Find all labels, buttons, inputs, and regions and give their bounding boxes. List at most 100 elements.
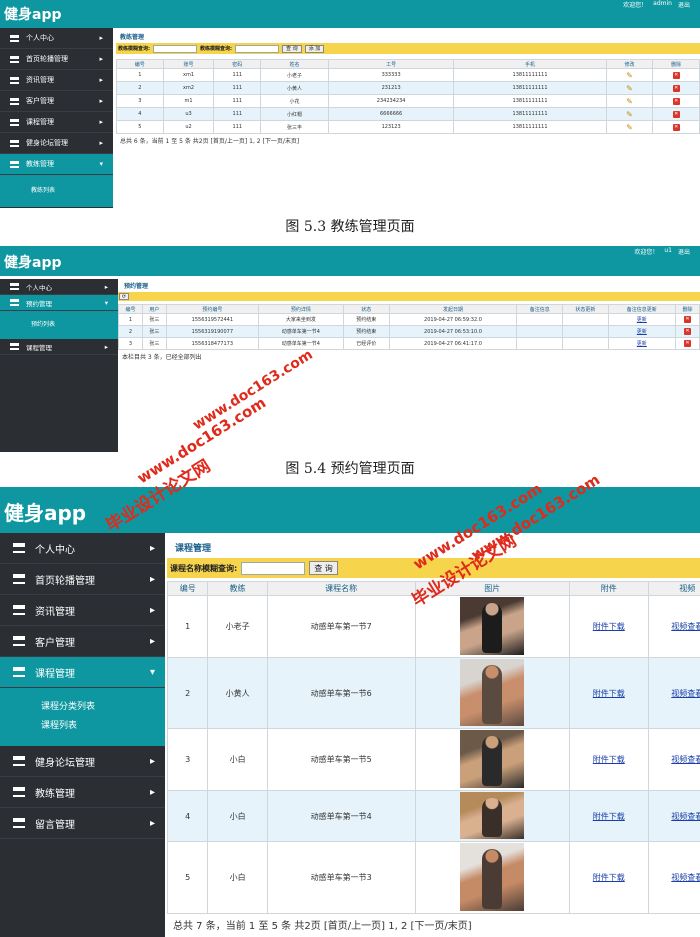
sidebar-item[interactable]: 资讯管理 ▸ xyxy=(0,595,165,626)
chevron-down-icon: ▾ xyxy=(104,298,108,307)
delete-icon[interactable]: ✕ xyxy=(683,328,691,335)
refresh-icon[interactable]: ⟳ xyxy=(119,293,129,300)
list-summary: 本栏目共 3 条，已经全部列出 xyxy=(118,350,700,363)
table-cell: 小老子 xyxy=(207,595,268,658)
video-view-link[interactable]: 视频查看 xyxy=(671,622,700,631)
sidebar-item-label: 预约管理 xyxy=(26,299,52,308)
add-button[interactable]: 添 加 xyxy=(304,44,325,53)
logout-link[interactable]: 退出 xyxy=(678,247,690,256)
pencil-icon[interactable]: ✎ xyxy=(626,71,633,80)
attachment-download-link[interactable]: 附件下载 xyxy=(593,622,625,631)
pencil-icon[interactable]: ✎ xyxy=(626,110,633,119)
table-cell: 动感单车第一节4 xyxy=(257,325,344,338)
submenu-item[interactable]: 教练列表 xyxy=(0,183,113,199)
attachment-download-link[interactable]: 附件下载 xyxy=(593,873,625,882)
search-button[interactable]: 查 询 xyxy=(309,561,338,575)
menu-stack-icon xyxy=(10,283,19,290)
attachment-download-link[interactable]: 附件下载 xyxy=(593,689,625,698)
top-bar: 健身app xyxy=(0,487,700,533)
sidebar-item[interactable]: 教练管理 ▾ xyxy=(0,154,113,175)
chevron-right-icon: ▸ xyxy=(99,97,103,105)
delete-icon[interactable]: ✕ xyxy=(672,97,680,105)
sidebar-item[interactable]: 健身论坛管理 ▸ xyxy=(0,133,113,154)
table-cell: 13811111111 xyxy=(453,120,607,134)
delete-icon[interactable]: ✕ xyxy=(683,316,691,323)
column-header: 用户 xyxy=(141,304,167,314)
delete-icon[interactable]: ✕ xyxy=(672,71,680,79)
table-cell: 动感单车第一节6 xyxy=(266,657,416,729)
table-cell: 动感单车第一节5 xyxy=(266,728,416,791)
pencil-icon[interactable]: ✎ xyxy=(626,123,633,132)
update-link[interactable]: 更新 xyxy=(637,317,647,323)
video-view-link[interactable]: 视频查看 xyxy=(671,812,700,821)
update-link[interactable]: 更新 xyxy=(637,341,647,347)
search-bar: 课程名称模糊查询: 查 询 xyxy=(167,558,700,578)
sidebar-item[interactable]: 首页轮播管理 ▸ xyxy=(0,564,165,595)
column-header: 备注信息更新 xyxy=(607,304,676,314)
app-title: 健身app xyxy=(4,7,62,23)
column-header: 备注信息 xyxy=(516,304,564,314)
column-header: 课程名称 xyxy=(266,581,416,596)
table-cell: 附件下载 xyxy=(569,595,649,658)
delete-icon[interactable]: ✕ xyxy=(683,340,691,347)
sidebar: 个人中心 ▸ 预约管理 ▾ 预约列表课程管理 ▸ xyxy=(0,279,118,452)
column-header: 视频 xyxy=(647,581,700,596)
sidebar-item[interactable]: 预约管理 ▾ xyxy=(0,295,118,311)
column-header: 状态更新 xyxy=(562,304,609,314)
search-button[interactable]: 查 询 xyxy=(282,44,302,53)
sidebar-item[interactable]: 留言管理▸ xyxy=(0,808,165,839)
video-view-link[interactable]: 视频查看 xyxy=(671,689,700,698)
table-cell: 5 xyxy=(166,841,209,914)
table-cell: 333333 xyxy=(327,68,455,82)
sidebar-item-label: 资讯管理 xyxy=(26,76,54,84)
menu-stack-icon xyxy=(13,787,25,797)
table-row: 3 张三 1556318477173 动感单车第一节4 已经评价 2019-04-27 0… xyxy=(118,337,700,350)
user-bar: 欢迎您！ u1 退出 xyxy=(634,247,690,256)
search-input-1[interactable] xyxy=(153,44,198,53)
course-photo xyxy=(460,729,525,788)
submenu-item[interactable]: 课程列表 xyxy=(0,717,165,736)
sidebar-item[interactable]: 客户管理 ▸ xyxy=(0,91,113,112)
sidebar-item[interactable]: 健身论坛管理 ▸ xyxy=(0,746,165,777)
sidebar-item[interactable]: 个人中心 ▸ xyxy=(0,279,118,295)
logout-link[interactable]: 退出 xyxy=(678,0,690,9)
sidebar-item[interactable]: 课程管理 ▾ xyxy=(0,657,165,688)
submenu-item[interactable]: 课程分类列表 xyxy=(0,698,165,717)
sidebar-item-label: 留言管理 xyxy=(35,819,75,831)
sidebar-item[interactable]: 个人中心 ▸ xyxy=(0,28,113,49)
delete-icon[interactable]: ✕ xyxy=(672,84,680,92)
delete-icon[interactable]: ✕ xyxy=(672,110,680,118)
top-bar: 健身app 欢迎您！ admin 退出 xyxy=(0,0,700,28)
chevron-right-icon: ▸ xyxy=(149,542,155,554)
sidebar-item[interactable]: 课程管理 ▸ xyxy=(0,112,113,133)
sidebar-item[interactable]: 留言管理▸ xyxy=(0,207,113,208)
update-link[interactable]: 更新 xyxy=(637,329,647,335)
video-view-link[interactable]: 视频查看 xyxy=(671,873,700,882)
table-header-row: 编号 用户 预约编号 预约详情 状态 发起日期 备注信息 状态更新 备注信息更新 删除 xyxy=(118,304,700,314)
chevron-down-icon: ▾ xyxy=(99,160,103,168)
video-view-link[interactable]: 视频查看 xyxy=(671,755,700,764)
cell-text: 1556319572441 xyxy=(191,316,234,323)
pencil-icon[interactable]: ✎ xyxy=(626,84,633,93)
submenu: 教练列表 xyxy=(0,175,113,207)
sidebar-item[interactable]: 首页轮播管理 ▸ xyxy=(0,49,113,70)
sidebar-item[interactable]: 资讯管理 ▸ xyxy=(0,70,113,91)
sidebar-item[interactable]: 客户管理 ▸ xyxy=(0,626,165,657)
sidebar-item[interactable]: 教练管理 ▸ xyxy=(0,777,165,808)
list-summary-text: 本栏目共 3 条，已经全部列出 xyxy=(122,354,202,361)
sidebar-item[interactable]: 课程管理 ▸ xyxy=(0,339,118,355)
delete-icon[interactable]: ✕ xyxy=(672,123,680,131)
attachment-download-link[interactable]: 附件下载 xyxy=(593,755,625,764)
search-input[interactable] xyxy=(241,561,306,575)
cell-text: 动感单车第一节3 xyxy=(310,873,372,882)
sidebar-item[interactable]: 个人中心 ▸ xyxy=(0,533,165,564)
attachment-download-link[interactable]: 附件下载 xyxy=(593,812,625,821)
sidebar-item-label: 课程管理 xyxy=(26,118,54,126)
submenu-item[interactable]: 预约列表 xyxy=(0,318,118,332)
table-cell xyxy=(414,728,571,791)
pencil-icon[interactable]: ✎ xyxy=(626,97,633,106)
edit-cell: ✎ xyxy=(605,107,654,121)
cell-text: 已经评价 xyxy=(356,341,377,347)
table-cell: u3 xyxy=(162,107,215,121)
search-input-2[interactable] xyxy=(235,44,280,53)
